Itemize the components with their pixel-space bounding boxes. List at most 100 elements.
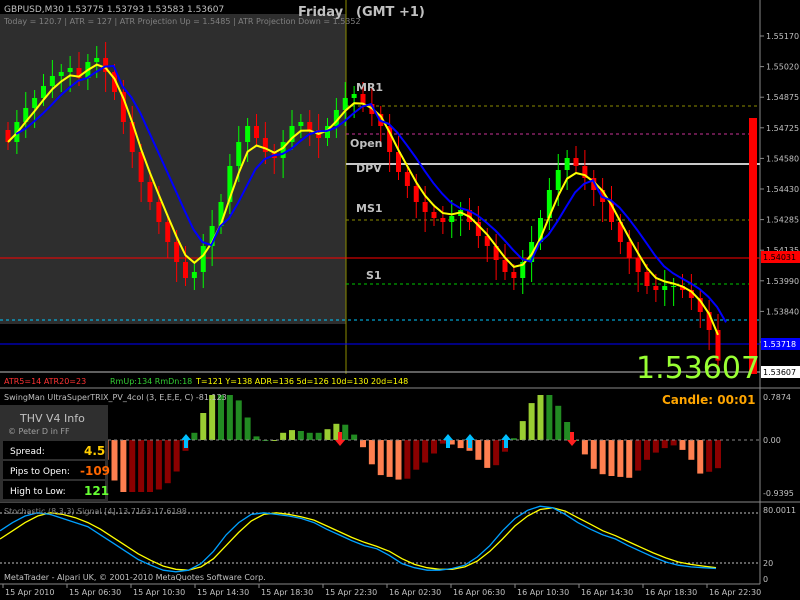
price-tick-label: 1.54875 [766,93,799,102]
histogram-bar [280,432,287,440]
histogram-bar [635,440,642,471]
time-tick-label: 15 Apr 2010 [5,588,54,597]
candle-body [94,58,100,62]
candle-body [280,142,286,158]
histogram-bar [395,440,402,480]
candle-body [502,260,508,272]
pips-value: -109 [80,464,110,478]
histogram-bar [688,440,695,460]
info-panel-subtitle: © Peter D in FF [8,427,70,436]
price-tick-label: 1.54580 [766,154,799,163]
range-value: 121 [84,484,109,498]
candle-body [156,202,162,222]
candle-body [236,142,242,166]
price-tick-label: 1.54285 [766,216,799,225]
range-bar [749,118,757,374]
candle-body [653,286,659,290]
timezone-label: (GMT +1) [356,5,425,20]
histogram-bar [404,440,411,479]
histogram-bar [581,440,588,455]
price-tick-label: 1.54725 [766,124,799,133]
candle-body [200,246,206,272]
time-tick-label: 16 Apr 14:30 [581,588,633,597]
histogram-bar [493,440,500,466]
histogram-bar [626,440,633,478]
price-marker-current-text: 1.53607 [763,368,796,377]
symbol-header: GBPUSD,M30 1.53775 1.53793 1.53583 1.536… [4,5,224,15]
price-tick-label: 1.55170 [766,32,799,41]
histogram-bar [679,440,686,450]
histogram-bar [315,432,322,440]
level-label-mr1: MR1 [356,81,383,94]
histogram-bar [644,440,650,460]
candle-body [298,122,304,126]
histogram-bar [351,434,358,440]
trix-title: SwingMan UltraSuperTRIX_PV_4col (3, E,E,… [4,393,227,402]
stoch-tick-20: 20 [763,559,773,568]
histogram-bar [484,440,491,468]
histogram-bar [422,440,429,463]
time-tick-label: 16 Apr 06:30 [453,588,505,597]
candle-body [449,216,455,222]
histogram-bar [111,440,118,481]
histogram-bar [706,440,713,472]
histogram-bar [519,421,526,440]
time-tick-label: 16 Apr 02:30 [389,588,441,597]
level-label-dpv: DPV [356,162,382,175]
level-label-open: Open [350,137,383,150]
stochastic-main-line [0,505,717,573]
candle-body [49,76,55,86]
price-tick-label: 1.53840 [766,307,799,316]
stoch-title: Stochastic (8,3,3) Signal [4].13.7163 17… [4,507,187,516]
histogram-bar [324,429,331,440]
status-atr: ATR5=14 ATR20=23 [4,377,86,386]
candle-body [662,286,668,290]
candle-body [573,158,579,166]
histogram-bar [608,440,615,476]
chart-stage: GBPUSD,M30 1.53775 1.53793 1.53583 1.536… [0,0,800,597]
histogram-bar [431,440,437,454]
stoch-tick-0: 0 [763,575,768,584]
candle-body [67,68,73,72]
histogram-bar [670,440,677,446]
platform-footer: MetaTrader - Alpari UK, © 2001-2010 Meta… [4,573,266,582]
info-panel: THV V4 Info © Peter D in FF Spread: 4.5 … [0,405,110,502]
candle-body [422,202,428,212]
candle-body [644,272,650,286]
time-tick-label: 15 Apr 22:30 [325,588,377,597]
price-marker-red-text: 1.54031 [763,253,796,262]
histogram-bar [129,440,136,492]
spread-label: Spread: [10,447,45,457]
level-label-ms1: MS1 [356,202,383,215]
candle-body [626,242,632,258]
candle-body [351,94,357,98]
spread-value: 4.5 [84,444,105,458]
range-label: High to Low: [10,487,66,497]
histogram-bar [617,440,624,477]
candle-body [413,186,419,202]
histogram-bar [226,395,233,440]
candle-timer: Candle: 00:01 [662,393,755,407]
trix-tick-bottom: -0.9395 [763,489,794,498]
time-tick-label: 16 Apr 22:30 [709,588,761,597]
candle-body [254,126,259,138]
price-marker-current: 1.53607 [761,366,800,378]
candle-body [191,272,197,278]
price-marker-blue: 1.53718 [761,338,800,350]
histogram-bar [138,440,145,492]
histogram-bar [528,403,535,440]
candle-body [511,272,517,278]
price-tick-label: 1.54430 [766,185,799,194]
histogram-bar [244,417,251,440]
price-marker-blue-text: 1.53718 [763,340,796,349]
candle-body [183,262,188,278]
pips-label: Pips to Open: [10,467,70,477]
trix-tick-top: 0.7874 [763,393,791,402]
candle-body [635,258,641,272]
candle-body [431,212,437,218]
histogram-bar [173,440,180,472]
histogram-bar [155,440,162,490]
histogram-bar [164,440,171,484]
histogram-bar [368,440,375,465]
histogram-bar [147,440,153,492]
